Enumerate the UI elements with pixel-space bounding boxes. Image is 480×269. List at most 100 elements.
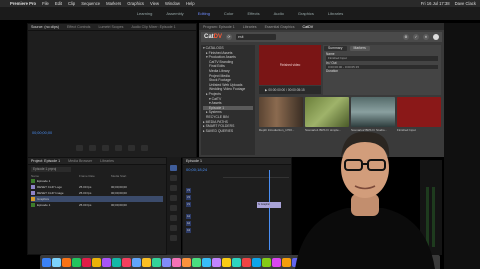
dock-app-icon[interactable] [92,257,101,267]
tab-catdv[interactable]: CatDV [303,25,314,29]
play-button[interactable] [115,145,122,151]
tab-sequence[interactable]: Episode 1 [186,159,202,163]
right-dark-strip [444,23,480,269]
catdv-preview[interactable]: Finished video [259,45,321,85]
timeline-clip[interactable]: fx Graphic [257,202,281,208]
menu-edit[interactable]: Edit [55,1,62,6]
dock-app-icon[interactable] [52,257,61,267]
dock-app-icon[interactable] [192,257,201,267]
refresh-icon[interactable]: ⟳ [226,34,233,40]
dock-app-icon[interactable] [222,257,231,267]
tab-summary[interactable]: Summary [324,46,347,51]
dock-app-icon[interactable] [42,257,51,267]
menu-markers[interactable]: Markers [106,1,121,6]
track-select-tool-icon[interactable] [170,175,177,181]
track-header[interactable]: A1 [186,214,191,220]
dock-app-icon[interactable] [172,257,181,267]
workspace-editing[interactable]: Editing [198,11,210,16]
razor-tool-icon[interactable] [170,195,177,201]
menu-window[interactable]: Window [165,1,180,6]
tab-markers[interactable]: Markers [349,46,370,51]
track-header[interactable]: A2 [186,221,191,227]
tree-item[interactable]: ▸ SAVED QUERIES [203,129,253,134]
menu-clip[interactable]: Clip [68,1,75,6]
dock-app-icon[interactable] [182,257,191,267]
source-timecode[interactable]: 00;00;00;00 [32,131,52,135]
project-panel: Project: Episode 1 Media Browser Librari… [27,157,167,255]
dock-app-icon[interactable] [72,257,81,267]
insert-button[interactable] [141,145,148,151]
tab-lumetri-scopes[interactable]: Lumetri Scopes [98,25,123,29]
selection-tool-icon[interactable] [170,165,177,171]
preview-timecode: ▶ 00:00:00:00 / 00:00:05:15 [259,86,321,94]
playhead[interactable] [269,170,270,250]
menu-graphics[interactable]: Graphics [127,1,144,6]
tab-program[interactable]: Program: Episode 1 [203,25,235,29]
dock-app-icon[interactable] [152,257,161,267]
menu-help[interactable]: Help [186,1,195,6]
tab-source[interactable]: Source: (no clips) [31,25,59,29]
dock-app-icon[interactable] [202,257,211,267]
timeline-ruler[interactable] [223,172,289,178]
hand-tool-icon[interactable] [170,225,177,231]
catdv-summary-panel: Summary Markers Name Finished Input In /… [323,45,441,95]
project-search-input[interactable]: Episode 1.prproj [31,167,71,172]
tab-libraries[interactable]: Libraries [243,25,257,29]
workspace-assembly[interactable]: Assembly [166,11,183,16]
dock-app-icon[interactable] [132,257,141,267]
menubar-user[interactable]: Dave Clack [455,1,476,6]
timeline-panel: Episode 1 00;00;18;24 V3 V2 V1 A1 A2 A3 … [182,157,292,255]
dock-app-icon[interactable] [252,257,261,267]
dock-app-icon[interactable] [82,257,91,267]
app-menu[interactable]: Premiere Pro [10,1,36,6]
workspace-learning[interactable]: Learning [137,11,153,16]
source-tabs: Source: (no clips) Effect Controls Lumet… [28,24,196,31]
step-back-button[interactable] [102,145,109,151]
dock-app-icon[interactable] [242,257,251,267]
menu-file[interactable]: File [42,1,49,6]
check-icon[interactable]: ✓ [413,34,419,40]
dock-app-icon[interactable] [112,257,121,267]
dock-app-icon[interactable] [122,257,131,267]
dock-app-icon[interactable] [232,257,241,267]
catdv-toolbar: CatDV ⟳ esit ⚙ ✓ ✕ [201,32,442,42]
track-header[interactable]: V1 [186,202,191,208]
workspace-graphics[interactable]: Graphics [298,11,314,16]
workspace-audio[interactable]: Audio [274,11,284,16]
dock-app-icon[interactable] [212,257,221,267]
catdv-search-input[interactable]: esit [236,34,277,40]
user-avatar[interactable] [433,34,439,40]
step-forward-button[interactable] [128,145,135,151]
workspace-color[interactable]: Color [224,11,234,16]
dock-app-icon[interactable] [62,257,71,267]
tab-project-libraries[interactable]: Libraries [100,159,114,163]
track-header[interactable]: A3 [186,228,191,234]
tab-audio-clip-mixer[interactable]: Audio Clip Mixer: Episode 1 [131,25,175,29]
tab-essential-graphics[interactable]: Essential Graphics [265,25,295,29]
mark-in-button[interactable] [76,145,83,151]
ripple-edit-tool-icon[interactable] [170,185,177,191]
workspace-effects[interactable]: Effects [247,11,259,16]
track-header[interactable]: V2 [186,195,191,201]
menu-view[interactable]: View [150,1,159,6]
dock-app-icon[interactable] [162,257,171,267]
tab-effect-controls[interactable]: Effect Controls [67,25,91,29]
track-header[interactable]: V3 [186,188,191,194]
macos-menubar: Premiere Pro File Edit Clip Sequence Mar… [0,0,480,7]
dock-app-icon[interactable] [142,257,151,267]
source-monitor: Source: (no clips) Effect Controls Lumet… [27,23,197,158]
slip-tool-icon[interactable] [170,205,177,211]
type-tool-icon[interactable] [170,235,177,241]
menu-sequence[interactable]: Sequence [81,1,100,6]
tab-media-browser[interactable]: Media Browser [68,159,92,163]
project-row[interactable]: Episode 1 25.00 fps 00;00;00;00 [31,202,163,208]
dock-app-icon[interactable] [262,257,271,267]
workspace-libraries[interactable]: Libraries [328,11,343,16]
settings-icon[interactable]: ⚙ [403,34,409,40]
tab-project[interactable]: Project: Episode 1 [31,159,60,163]
dock-app-icon[interactable] [102,257,111,267]
pen-tool-icon[interactable] [170,215,177,221]
close-icon[interactable]: ✕ [423,34,429,40]
dock-app-icon[interactable] [272,257,281,267]
mark-out-button[interactable] [89,145,96,151]
